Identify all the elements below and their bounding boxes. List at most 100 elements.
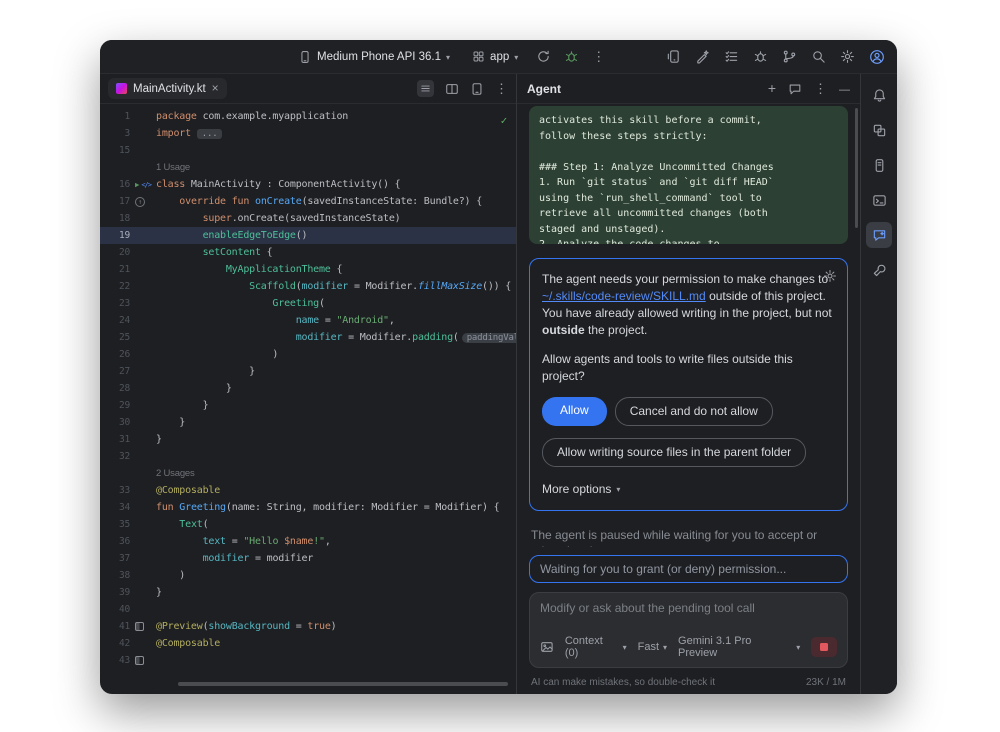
attach-image-icon[interactable]	[540, 640, 554, 654]
line-number: 21	[100, 261, 130, 278]
code-line[interactable]: 41@Preview(showBackground = true)	[100, 618, 516, 635]
editor-list-icon[interactable]	[417, 80, 434, 97]
override-icon[interactable]	[135, 197, 145, 207]
code-text: }	[156, 397, 516, 414]
notifications-bell-icon[interactable]	[866, 82, 892, 108]
allow-parent-folder-button[interactable]: Allow writing source files in the parent…	[542, 438, 806, 467]
ai-actions-icon[interactable]	[695, 49, 710, 64]
tab-mainactivity[interactable]: MainActivity.kt	[108, 78, 227, 99]
code-line[interactable]: 32	[100, 448, 516, 465]
permission-waiting-banner[interactable]: Waiting for you to grant (or deny) permi…	[529, 555, 848, 583]
sync-icon[interactable]	[536, 49, 551, 64]
code-text: package com.example.myapplication	[156, 108, 516, 125]
preview-icon[interactable]	[135, 622, 144, 631]
code-line[interactable]: 1package com.example.myapplication	[100, 108, 516, 125]
horizontal-scrollbar[interactable]	[178, 682, 508, 686]
code-line[interactable]: 24 name = "Android",	[100, 312, 516, 329]
code-line[interactable]: 21 MyApplicationTheme {	[100, 261, 516, 278]
more-options-button[interactable]: More options	[542, 480, 835, 498]
code-line[interactable]: 39}	[100, 584, 516, 601]
tools-icon[interactable]	[866, 257, 892, 283]
preview-icon[interactable]	[135, 656, 144, 665]
code-line[interactable]: 40	[100, 601, 516, 618]
device-preview-icon[interactable]	[470, 82, 484, 96]
usage-hint-row[interactable]: 2 Usages	[100, 465, 516, 482]
agent-footer: AI can make mistakes, so double-check it…	[529, 677, 848, 688]
split-editor-icon[interactable]	[445, 82, 459, 96]
checklist-icon[interactable]	[724, 49, 739, 64]
hide-panel-icon[interactable]	[839, 80, 850, 98]
stop-button[interactable]	[811, 637, 837, 657]
code-line[interactable]: 25 modifier = Modifier.padding(paddingVa…	[100, 329, 516, 346]
composer-input[interactable]: Modify or ask about the pending tool cal…	[540, 601, 837, 615]
new-chat-icon[interactable]	[768, 80, 776, 98]
code-line[interactable]: 33@Composable	[100, 482, 516, 499]
code-text: @Preview(showBackground = true)	[156, 618, 516, 635]
profile-avatar-icon[interactable]	[869, 49, 885, 65]
gutter	[130, 656, 156, 665]
code-line[interactable]: 19 enableEdgeToEdge()	[100, 227, 516, 244]
code-editor[interactable]: 1package com.example.myapplication3impor…	[100, 104, 516, 694]
close-tab-icon[interactable]	[212, 82, 219, 95]
stop-icon	[820, 643, 828, 651]
search-icon[interactable]	[811, 49, 826, 64]
code-line[interactable]: 23 Greeting(	[100, 295, 516, 312]
chevron-down-icon	[663, 641, 667, 653]
code-line[interactable]: 43	[100, 652, 516, 669]
debug-icon[interactable]	[564, 49, 579, 64]
line-number: 42	[100, 635, 130, 652]
agent-composer[interactable]: Modify or ask about the pending tool cal…	[529, 592, 848, 668]
speed-selector[interactable]: Fast	[638, 641, 667, 653]
code-line[interactable]: 28 }	[100, 380, 516, 397]
model-selector[interactable]: Gemini 3.1 Pro Preview	[678, 635, 800, 659]
code-line[interactable]: 15	[100, 142, 516, 159]
gutter	[130, 176, 156, 194]
allow-button[interactable]: Allow	[542, 397, 607, 426]
run-config-selector[interactable]: app	[466, 47, 524, 66]
device-explorer-icon[interactable]	[866, 152, 892, 178]
code-line[interactable]: 34fun Greeting(name: String, modifier: M…	[100, 499, 516, 516]
code-line[interactable]: 29 }	[100, 397, 516, 414]
bug-report-icon[interactable]	[753, 49, 768, 64]
agent-code-block: activates this skill before a commit, fo…	[529, 106, 848, 244]
editor-more-icon[interactable]	[495, 80, 508, 98]
chat-scrollbar[interactable]	[855, 108, 858, 228]
structure-icon[interactable]	[866, 117, 892, 143]
agent-header-actions	[768, 80, 850, 98]
more-actions-icon[interactable]	[592, 48, 605, 66]
code-line[interactable]: 18 super.onCreate(savedInstanceState)	[100, 210, 516, 227]
run-icon[interactable]	[135, 176, 139, 193]
code-text: }	[156, 584, 516, 601]
code-line[interactable]: 16class MainActivity : ComponentActivity…	[100, 176, 516, 193]
code-line[interactable]: 36 text = "Hello $name!",	[100, 533, 516, 550]
permission-settings-gear-icon[interactable]	[823, 269, 837, 283]
code-line[interactable]: 35 Text(	[100, 516, 516, 533]
skill-file-link[interactable]: ~/.skills/code-review/SKILL.md	[542, 289, 706, 303]
running-devices-icon[interactable]	[666, 49, 681, 64]
code-text: super.onCreate(savedInstanceState)	[156, 210, 516, 227]
code-text: import ...	[156, 125, 516, 143]
terminal-icon[interactable]	[866, 187, 892, 213]
code-line[interactable]: 26 )	[100, 346, 516, 363]
code-line[interactable]: 37 modifier = modifier	[100, 550, 516, 567]
device-selector[interactable]: Medium Phone API 36.1	[292, 47, 456, 67]
code-line[interactable]: 31}	[100, 431, 516, 448]
agent-more-icon[interactable]	[814, 80, 827, 98]
agent-icon[interactable]	[866, 222, 892, 248]
code-line[interactable]: 3import ...	[100, 125, 516, 142]
inspection-ok-icon[interactable]	[501, 112, 507, 129]
code-line[interactable]: 17 override fun onCreate(savedInstanceSt…	[100, 193, 516, 210]
code-line[interactable]: 30 }	[100, 414, 516, 431]
vcs-branch-icon[interactable]	[782, 49, 797, 64]
code-tag-icon[interactable]	[141, 176, 151, 194]
settings-gear-icon[interactable]	[840, 49, 855, 64]
usage-hint-row[interactable]: 1 Usage	[100, 159, 516, 176]
cancel-button[interactable]: Cancel and do not allow	[615, 397, 773, 426]
code-line[interactable]: 20 setContent {	[100, 244, 516, 261]
chat-history-icon[interactable]	[788, 82, 802, 96]
context-selector[interactable]: Context (0)	[565, 635, 627, 659]
code-line[interactable]: 42@Composable	[100, 635, 516, 652]
code-line[interactable]: 22 Scaffold(modifier = Modifier.fillMaxS…	[100, 278, 516, 295]
code-line[interactable]: 38 )	[100, 567, 516, 584]
code-line[interactable]: 27 }	[100, 363, 516, 380]
